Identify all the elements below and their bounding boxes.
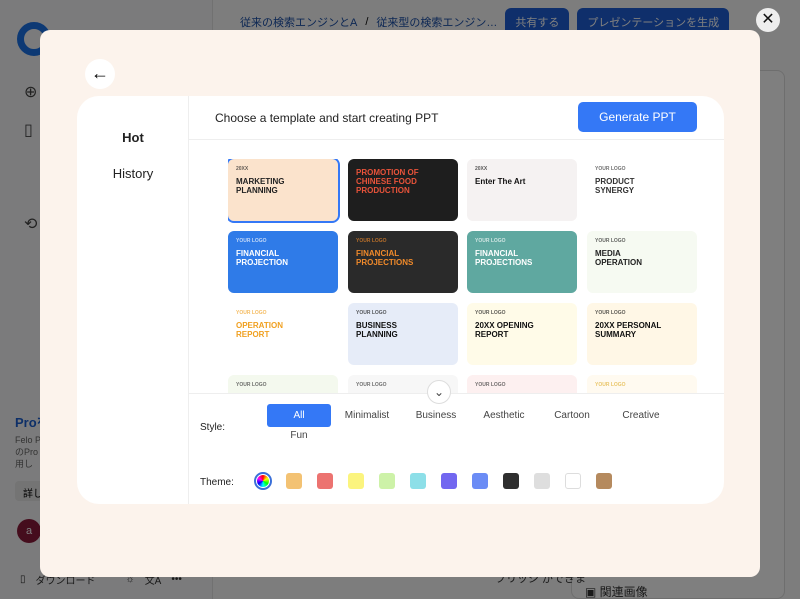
template-title: PROMOTION OF CHINESE FOOD PRODUCTION — [356, 168, 419, 195]
theme-swatch[interactable] — [410, 473, 426, 489]
theme-label: Theme: — [200, 477, 234, 488]
style-option-creative[interactable]: Creative — [609, 404, 673, 427]
style-option-business[interactable]: Business — [404, 404, 468, 427]
theme-swatch[interactable] — [254, 472, 272, 490]
template-subtitle: YOUR LOGO — [475, 238, 506, 244]
style-option-all[interactable]: All — [267, 404, 331, 427]
template-title: MEDIA OPERATION — [595, 249, 642, 267]
template-card[interactable]: YOUR LOGO FINANCIAL PROJECTION — [228, 231, 338, 293]
template-card[interactable]: YOUR LOGO FINANCIAL PROJECTIONS — [467, 231, 577, 293]
style-option-fun[interactable]: Fun — [267, 428, 331, 444]
template-subtitle: YOUR LOGO — [236, 310, 267, 316]
template-subtitle: YOUR LOGO — [595, 310, 626, 316]
template-title: FINANCIAL PROJECTIONS — [356, 249, 414, 267]
template-title: 20XX PERSONAL SUMMARY — [595, 321, 662, 339]
tab-hot[interactable]: Hot — [77, 130, 189, 145]
theme-swatch[interactable] — [534, 473, 550, 489]
template-subtitle: YOUR LOGO — [595, 166, 626, 172]
template-card[interactable]: YOUR LOGO BUSINESS PLANNING — [348, 303, 458, 365]
style-option-aesthetic[interactable]: Aesthetic — [472, 404, 536, 427]
template-title: FINANCIAL PROJECTIONS — [475, 249, 533, 267]
theme-swatch[interactable] — [317, 473, 333, 489]
tab-history[interactable]: History — [77, 166, 189, 181]
theme-swatch[interactable] — [472, 473, 488, 489]
template-subtitle: YOUR LOGO — [236, 238, 267, 244]
template-subtitle: YOUR LOGO — [356, 310, 387, 316]
template-title: 20XX OPENING REPORT — [475, 321, 534, 339]
theme-swatch[interactable] — [348, 473, 364, 489]
template-card[interactable]: 20XX MARKETING PLANNING — [228, 159, 340, 223]
template-title: OPERATION REPORT — [236, 321, 283, 339]
template-grid: 20XX MARKETING PLANNING PROMOTION OF CHINE… — [228, 159, 708, 393]
template-title: MARKETING PLANNING — [236, 177, 285, 195]
tab-list: Hot History — [77, 96, 189, 504]
template-subtitle: YOUR LOGO — [595, 382, 626, 388]
template-card[interactable]: YOUR LOGO OPERATION REPORT — [228, 303, 338, 365]
theme-swatch[interactable] — [503, 473, 519, 489]
template-subtitle: YOUR LOGO — [595, 238, 626, 244]
theme-swatch[interactable] — [596, 473, 612, 489]
template-card[interactable]: 20XX Enter The Art — [467, 159, 577, 221]
theme-swatch[interactable] — [565, 473, 581, 489]
template-card[interactable]: YOUR LOGO MEDIA OPERATION — [587, 231, 697, 293]
template-subtitle: 20XX — [475, 166, 488, 172]
template-card[interactable]: YOUR LOGO FINANCIAL PROJECTIONS — [348, 231, 458, 293]
style-option-minimalist[interactable]: Minimalist — [335, 404, 399, 427]
divider — [189, 393, 724, 394]
theme-swatch[interactable] — [441, 473, 457, 489]
template-card[interactable]: PROMOTION OF CHINESE FOOD PRODUCTION — [348, 159, 458, 221]
chevron-down-icon[interactable]: ⌄ — [427, 380, 451, 404]
generate-ppt-button[interactable]: Generate PPT — [578, 102, 697, 132]
template-subtitle: YOUR LOGO — [356, 238, 387, 244]
template-title: Enter The Art — [475, 177, 526, 186]
template-title: BUSINESS PLANNING — [356, 321, 398, 339]
template-subtitle: YOUR LOGO — [236, 382, 267, 388]
style-option-cartoon[interactable]: Cartoon — [540, 404, 604, 427]
style-label: Style: — [200, 422, 226, 433]
template-card[interactable]: YOUR LOGO20XX — [587, 375, 697, 393]
template-card[interactable]: YOUR LOGO — [228, 375, 338, 393]
theme-swatch[interactable] — [379, 473, 395, 489]
template-card[interactable]: YOUR LOGO 20XX OPENING REPORT — [467, 303, 577, 365]
template-card[interactable]: YOUR LOGO 20XX PERSONAL SUMMARY — [587, 303, 697, 365]
template-subtitle: 20XX — [236, 166, 249, 172]
template-modal: ← Hot History Choose a template and star… — [40, 30, 760, 577]
theme-swatch[interactable] — [286, 473, 302, 489]
template-title: FINANCIAL PROJECTION — [236, 249, 289, 267]
header-title: Choose a template and start creating PPT — [215, 111, 439, 125]
template-card[interactable]: YOUR LOGO — [467, 375, 577, 393]
arrow-left-icon[interactable]: ← — [85, 59, 115, 89]
template-card[interactable]: YOUR LOGO PRODUCT SYNERGY — [587, 159, 697, 221]
template-subtitle: YOUR LOGO — [475, 382, 506, 388]
template-subtitle: YOUR LOGO — [475, 310, 506, 316]
close-icon[interactable]: ✕ — [756, 8, 780, 32]
template-panel: Hot History Choose a template and start … — [77, 96, 724, 504]
panel-header: Choose a template and start creating PPT… — [189, 96, 724, 140]
template-title: PRODUCT SYNERGY — [595, 177, 635, 195]
